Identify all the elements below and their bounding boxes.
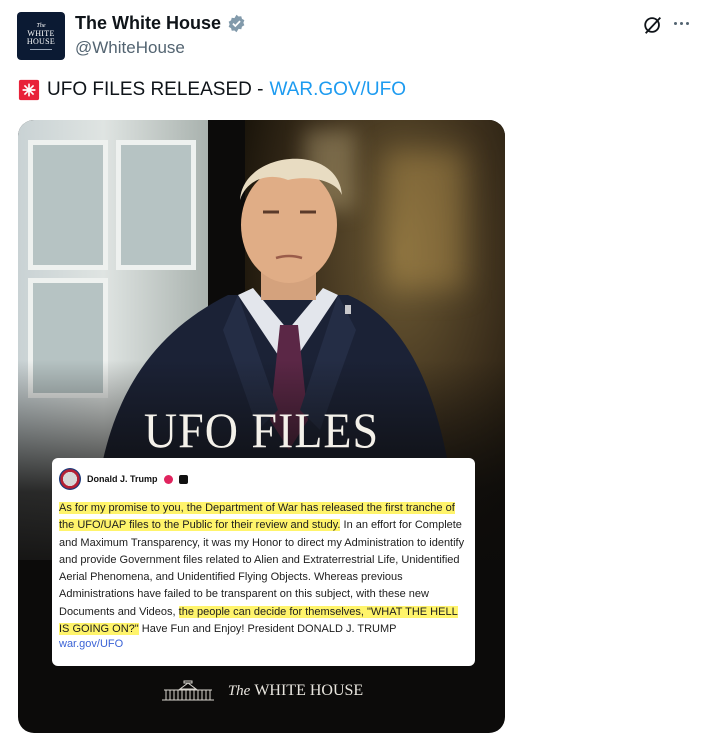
card-badge-icon — [178, 474, 188, 484]
card-text-2: Have Fun and Enjoy! President DONALD J. … — [138, 623, 397, 636]
footer-the: The — [227, 683, 251, 699]
siren-emoji-icon — [18, 79, 40, 101]
author-handle[interactable]: @WhiteHouse — [75, 38, 185, 58]
card-verified-icon — [163, 474, 173, 484]
author-display-name[interactable]: The White House — [75, 13, 221, 34]
white-house-footer: The WHITE HOUSE — [18, 680, 505, 702]
post-link[interactable]: WAR.GOV/UFO — [269, 79, 406, 101]
profile-avatar[interactable]: The WHITE HOUSE — [17, 12, 65, 60]
quoted-post-card: Donald J. Trump As for my promise to you… — [52, 458, 475, 666]
avatar-text-the: The — [36, 22, 46, 29]
author-name-row[interactable]: The White House — [75, 13, 246, 34]
card-body: As for my promise to you, the Department… — [59, 500, 468, 638]
footer-wordmark: The WHITE HOUSE — [228, 682, 363, 700]
card-text-1: In an effort for Complete and Maximum Tr… — [59, 519, 465, 618]
avatar-rule — [30, 48, 52, 50]
more-icon[interactable] — [674, 22, 689, 25]
card-avatar — [59, 468, 81, 490]
post-text-body: UFO FILES RELEASED - — [47, 79, 264, 100]
card-author-name: Donald J. Trump — [87, 474, 158, 484]
footer-white-house: WHITE HOUSE — [254, 682, 364, 699]
post-image[interactable]: UFO FILES RELEASED Donald J. Trump As fo… — [18, 120, 505, 733]
avatar-text-house: HOUSE — [26, 36, 56, 46]
post-text: UFO FILES RELEASED - WAR.GOV/UFO — [18, 79, 406, 101]
card-link: war.gov/UFO — [59, 638, 124, 651]
grok-icon[interactable] — [642, 14, 664, 36]
card-header: Donald J. Trump — [59, 466, 468, 492]
white-house-building-icon — [161, 680, 214, 701]
verified-badge-icon — [228, 14, 245, 33]
